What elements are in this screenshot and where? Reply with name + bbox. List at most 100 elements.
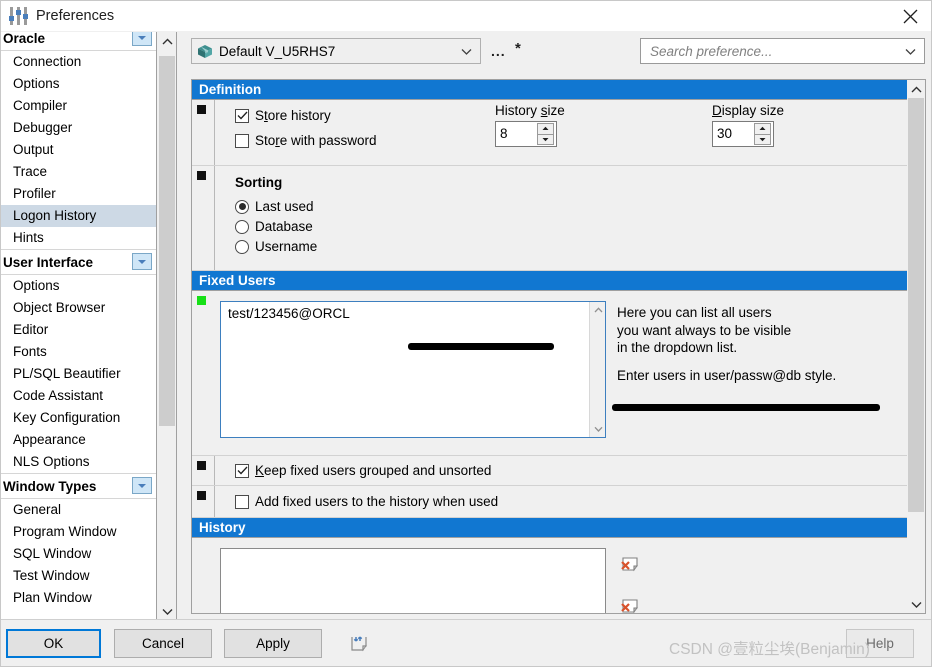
settings-sidebar[interactable]: Oracle Connection Options Compiler Debug…	[1, 32, 157, 620]
ok-button[interactable]: OK	[6, 629, 101, 658]
fixed-users-textarea[interactable]: test/123456@ORCL	[220, 301, 606, 438]
content-scroll-thumb[interactable]	[908, 98, 924, 512]
chevron-down-icon[interactable]	[132, 253, 152, 270]
row-marker-active	[197, 296, 206, 305]
apply-button[interactable]: Apply	[224, 629, 322, 658]
search-preference-box[interactable]	[640, 38, 925, 64]
row-marker	[197, 461, 206, 470]
help-button[interactable]: Help	[846, 629, 914, 658]
sidebar-item-program-window[interactable]: Program Window	[1, 521, 156, 543]
scroll-up-icon[interactable]	[590, 302, 605, 318]
package-icon	[198, 44, 212, 58]
sidebar-group-window-types[interactable]: Window Types	[1, 473, 156, 499]
spinner-up-icon[interactable]	[537, 123, 554, 134]
scroll-down-icon[interactable]	[590, 421, 605, 437]
sidebar-item-key-configuration[interactable]: Key Configuration	[1, 407, 156, 429]
store-history-checkbox[interactable]: Store history	[235, 108, 331, 123]
modified-marker: *	[515, 40, 521, 57]
chevron-down-icon[interactable]	[132, 477, 152, 494]
radio-circle	[235, 199, 249, 214]
sidebar-item-code-assistant[interactable]: Code Assistant	[1, 385, 156, 407]
delete-all-icon[interactable]	[620, 598, 642, 613]
close-icon[interactable]	[887, 1, 931, 31]
store-with-password-checkbox[interactable]: Store with password	[235, 133, 377, 148]
profile-select[interactable]: Default V_U5RHS7	[191, 38, 481, 64]
spinner-down-icon[interactable]	[537, 133, 554, 145]
sidebar-group-user-interface[interactable]: User Interface	[1, 249, 156, 275]
sidebar-item-nls-options[interactable]: NLS Options	[1, 451, 156, 473]
sidebar-item-connection[interactable]: Connection	[1, 51, 156, 73]
checkbox-box	[235, 463, 249, 478]
sidebar-item-test-window[interactable]: Test Window	[1, 565, 156, 587]
more-options-button[interactable]: ...	[491, 44, 506, 58]
history-size-value[interactable]: 8	[496, 122, 537, 146]
sidebar-item-output[interactable]: Output	[1, 139, 156, 161]
cancel-button[interactable]: Cancel	[114, 629, 212, 658]
redaction-bar	[612, 404, 880, 411]
sidebar-item-logon-history[interactable]: Logon History	[1, 205, 156, 227]
title-bar: Preferences	[1, 1, 931, 31]
sorting-option-label: Database	[255, 219, 313, 234]
sidebar-item-sql-window[interactable]: SQL Window	[1, 543, 156, 565]
history-size-label: History size	[495, 103, 565, 118]
radio-circle	[235, 239, 249, 254]
scroll-down-icon[interactable]	[907, 595, 925, 613]
fixed-users-help: Here you can list all users you want alw…	[617, 304, 887, 384]
profile-select-value: Default V_U5RHS7	[219, 43, 336, 59]
content-scrollbar[interactable]	[907, 79, 926, 614]
sidebar-item-plsql-beautifier[interactable]: PL/SQL Beautifier	[1, 363, 156, 385]
display-size-spinner[interactable]: 30	[712, 121, 774, 147]
scroll-down-icon[interactable]	[158, 602, 176, 620]
row-marker	[197, 105, 206, 114]
keep-fixed-users-grouped-checkbox[interactable]: Keep fixed users grouped and unsorted	[235, 463, 491, 478]
sidebar-item-profiler[interactable]: Profiler	[1, 183, 156, 205]
spinner-up-icon[interactable]	[754, 123, 771, 134]
help-line: Here you can list all users	[617, 305, 772, 320]
preferences-toolbar: Default V_U5RHS7 ... *	[178, 32, 931, 73]
preferences-dialog: Preferences Oracle Connection Options Co…	[0, 0, 932, 667]
definition-row: Store history Store with password Histor…	[192, 100, 907, 166]
row-marker	[197, 171, 206, 180]
spinner-down-icon[interactable]	[754, 133, 771, 145]
store-with-password-label: Store with password	[255, 133, 377, 148]
sidebar-group-label: User Interface	[3, 254, 94, 270]
sidebar-item-appearance[interactable]: Appearance	[1, 429, 156, 451]
sorting-radio-database[interactable]: Database	[235, 219, 313, 234]
sidebar-group-label: Window Types	[3, 478, 97, 494]
sidebar-item-editor[interactable]: Editor	[1, 319, 156, 341]
sidebar-item-trace[interactable]: Trace	[1, 161, 156, 183]
history-size-spinner[interactable]: 8	[495, 121, 557, 147]
sidebar-item-fonts[interactable]: Fonts	[1, 341, 156, 363]
sidebar-item-debugger[interactable]: Debugger	[1, 117, 156, 139]
add-fixed-users-to-history-checkbox[interactable]: Add fixed users to the history when used	[235, 494, 498, 509]
scroll-up-icon[interactable]	[907, 80, 925, 98]
sorting-option-label: Username	[255, 239, 318, 254]
display-size-value[interactable]: 30	[713, 122, 754, 146]
sidebar-item-compiler[interactable]: Compiler	[1, 95, 156, 117]
search-input[interactable]	[648, 42, 905, 60]
sidebar-item-plan-window[interactable]: Plan Window	[1, 587, 156, 609]
sidebar-scroll-thumb[interactable]	[159, 56, 175, 426]
sorting-row: Sorting Last used Database Username	[192, 166, 907, 271]
history-textarea[interactable]	[220, 548, 606, 613]
sidebar-item-object-browser[interactable]: Object Browser	[1, 297, 156, 319]
sorting-radio-last-used[interactable]: Last used	[235, 199, 314, 214]
fixed-users-scrollbar[interactable]	[589, 302, 605, 437]
store-history-label: Store history	[255, 108, 331, 123]
chevron-down-icon	[461, 48, 472, 55]
keep-grouped-row: Keep fixed users grouped and unsorted	[192, 456, 907, 486]
chevron-down-icon[interactable]	[132, 32, 152, 46]
sidebar-scrollbar[interactable]	[158, 32, 177, 620]
sidebar-item-hints[interactable]: Hints	[1, 227, 156, 249]
sidebar-item-ui-options[interactable]: Options	[1, 275, 156, 297]
sidebar-item-options[interactable]: Options	[1, 73, 156, 95]
scroll-up-icon[interactable]	[158, 32, 176, 50]
sliders-icon	[9, 7, 29, 25]
sidebar-group-oracle[interactable]: Oracle	[1, 32, 156, 51]
sidebar-item-general[interactable]: General	[1, 499, 156, 521]
sorting-radio-username[interactable]: Username	[235, 239, 317, 254]
import-export-icon[interactable]	[349, 635, 371, 655]
help-line: you want always to be visible	[617, 322, 792, 338]
sorting-option-label: Last used	[255, 199, 314, 214]
delete-item-icon[interactable]	[620, 556, 642, 576]
